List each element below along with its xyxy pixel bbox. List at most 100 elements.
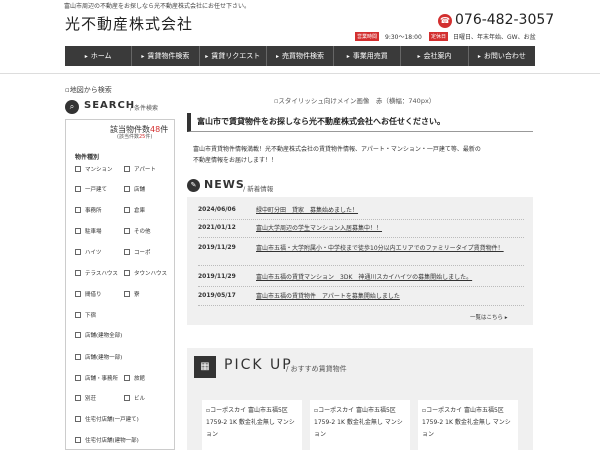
checkbox[interactable] — [124, 270, 130, 276]
checkbox[interactable] — [75, 416, 81, 422]
option-other[interactable]: その他 — [124, 227, 151, 235]
checkbox[interactable] — [75, 291, 81, 297]
checkbox[interactable] — [124, 395, 130, 401]
news-link[interactable]: 富山大学周辺の学生マンション入居募集中！！ — [256, 224, 524, 233]
pickup-card[interactable]: ▫コーポスカイ 富山市五福5区1759-2 1K 敷金礼金無し マンション — [202, 400, 302, 450]
option-town-house[interactable]: タウンハウス — [124, 269, 167, 277]
option-shop-whole[interactable]: 店舗(建物全部) — [75, 331, 122, 339]
news-link[interactable]: 富山市五福の賃貸物件 アパートを募集開始しました — [256, 292, 524, 301]
checkbox[interactable] — [75, 228, 81, 234]
nav-item-label: お問い合わせ — [483, 52, 526, 60]
pickup-card[interactable]: ▫コーポスカイ 富山市五福5区1759-2 1K 敷金礼金無し マンション — [418, 400, 518, 450]
checkbox[interactable] — [75, 375, 81, 381]
option-label: コーポ — [134, 250, 151, 256]
option-shop[interactable]: 店舗 — [124, 185, 145, 193]
checkbox[interactable] — [75, 186, 81, 192]
option-parking[interactable]: 駐車場 — [75, 227, 102, 235]
news-more-label: 一覧はこちら — [470, 315, 504, 321]
nav-item-label: 売買物件検索 — [281, 52, 324, 60]
phone-number[interactable]: 076-482-3057 — [455, 12, 554, 28]
business-hours: 9:30～18:00 — [385, 34, 422, 41]
checkbox[interactable] — [124, 186, 130, 192]
nav-item-home[interactable]: ▸ ホーム — [65, 46, 133, 66]
news-link[interactable]: 富山市五福・大学附属小・中学校まで徒歩10分以内エリアでのファミリータイプ賃貸物… — [256, 244, 524, 253]
checkbox[interactable] — [75, 354, 81, 360]
nav-item-contact[interactable]: ▸ お問い合わせ — [469, 46, 535, 66]
option-mansion[interactable]: マンション — [75, 165, 113, 173]
option-shop-office[interactable]: 店舗・事務所 — [75, 374, 118, 382]
site-logo[interactable]: 光不動産株式会社 — [65, 13, 193, 34]
checkbox[interactable] — [124, 291, 130, 297]
checkbox[interactable] — [75, 270, 81, 276]
option-dormitory[interactable]: 寮 — [124, 290, 140, 298]
option-house[interactable]: 一戸建て — [75, 185, 107, 193]
option-inn[interactable]: 旅館 — [124, 374, 145, 382]
option-heights[interactable]: ハイツ — [75, 248, 101, 256]
news-date: 2024/06/06 — [198, 206, 236, 213]
chevron-right-icon: ▸ — [205, 53, 209, 60]
checkbox[interactable] — [75, 437, 81, 443]
option-label: 別荘 — [85, 396, 97, 402]
chevron-right-icon: ▸ — [477, 53, 481, 60]
option-villa[interactable]: 別荘 — [75, 394, 96, 402]
option-terrace-house[interactable]: テラスハウス — [75, 269, 118, 277]
pickup-subheading-label: おすすめ賃貸物件 — [290, 365, 347, 373]
search-heading: SEARCH — [84, 100, 136, 111]
option-label: テラスハウス — [85, 271, 118, 277]
option-room-rent[interactable]: 間借り — [75, 290, 102, 298]
checkbox[interactable] — [124, 166, 130, 172]
option-shop-partial[interactable]: 店舗(建物一部) — [75, 353, 122, 361]
news-subheading-label: 新着情報 — [247, 185, 274, 193]
option-building[interactable]: ビル — [124, 394, 145, 402]
checkbox[interactable] — [124, 375, 130, 381]
checkbox[interactable] — [75, 249, 81, 255]
checkbox[interactable] — [75, 312, 81, 318]
news-heading: NEWS — [204, 178, 245, 191]
pickup-heading: PICK UP — [224, 357, 293, 373]
option-corpo[interactable]: コーポ — [124, 248, 151, 256]
intro-line: 不動産情報をお届けします！！ — [193, 157, 278, 164]
option-label: 事務所 — [85, 208, 102, 214]
nav-item-label: ホーム — [90, 52, 112, 60]
nav-item-label: 賃貸リクエスト — [211, 52, 261, 60]
option-label: アパート — [134, 167, 156, 173]
option-label: 下宿 — [85, 313, 97, 319]
checkbox[interactable] — [124, 228, 130, 234]
map-search-link[interactable]: ▫地図から検索 — [65, 85, 112, 95]
nav-item-sale-search[interactable]: ▸ 売買物件検索 — [267, 46, 335, 66]
nav-item-company[interactable]: ▸ 会社案内 — [401, 46, 469, 66]
option-office[interactable]: 事務所 — [75, 206, 102, 214]
option-label: タウンハウス — [134, 271, 168, 277]
pickup-card-label: コーポスカイ 富山市五福5区1759-2 1K 敷金礼金無し マンション — [422, 407, 511, 438]
option-boarding[interactable]: 下宿 — [75, 311, 96, 319]
option-label: ビル — [134, 396, 146, 402]
news-date: 2019/11/29 — [198, 244, 236, 251]
list-item: 2019/05/17 富山市五福の賃貸物件 アパートを募集開始しました — [198, 292, 524, 306]
option-warehouse[interactable]: 倉庫 — [124, 206, 145, 214]
nav-item-label: 会社案内 — [423, 52, 452, 60]
checkbox[interactable] — [75, 166, 81, 172]
news-date: 2019/11/29 — [198, 273, 236, 280]
option-apartment[interactable]: アパート — [124, 165, 156, 173]
nav-item-business-sale[interactable]: ▸ 事業用売買 — [334, 46, 402, 66]
nav-item-rental-request[interactable]: ▸ 賃貸リクエスト — [200, 46, 267, 66]
checkbox[interactable] — [75, 395, 81, 401]
option-label: 店舗 — [134, 187, 146, 193]
option-house-shop-whole[interactable]: 住宅付店舗(一戸建て) — [75, 415, 139, 423]
news-link[interactable]: 富山市五福の賃貸マンション 3DK 神通川スカイハイツの募集開始しました。 — [256, 273, 524, 282]
checkbox[interactable] — [75, 332, 81, 338]
option-house-shop-partial[interactable]: 住宅付店舗(建物一部) — [75, 436, 139, 444]
news-link[interactable]: 緑中町分田 貸家 募集始めました！ — [256, 206, 524, 215]
nav-item-rental-search[interactable]: ▸ 賃貸物件検索 — [132, 46, 200, 66]
checkbox[interactable] — [75, 207, 81, 213]
checkbox[interactable] — [124, 249, 130, 255]
chevron-right-icon: ▸ — [346, 53, 350, 60]
option-label: 店舗・事務所 — [85, 376, 119, 382]
global-nav: ▸ ホーム ▸ 賃貸物件検索 ▸ 賃貸リクエスト ▸ 売買物件検索 ▸ 事業用売買 ▸ 会社… — [65, 46, 535, 66]
news-more-link[interactable]: 一覧はこちら ▸ — [470, 313, 508, 321]
checkbox[interactable] — [124, 207, 130, 213]
news-date: 2019/05/17 — [198, 292, 236, 299]
result-count-note: (該当件数25件) — [117, 133, 152, 140]
option-label: 旅館 — [134, 376, 146, 382]
pickup-card[interactable]: ▫コーポスカイ 富山市五福5区1759-2 1K 敷金礼金無し マンション — [310, 400, 410, 450]
